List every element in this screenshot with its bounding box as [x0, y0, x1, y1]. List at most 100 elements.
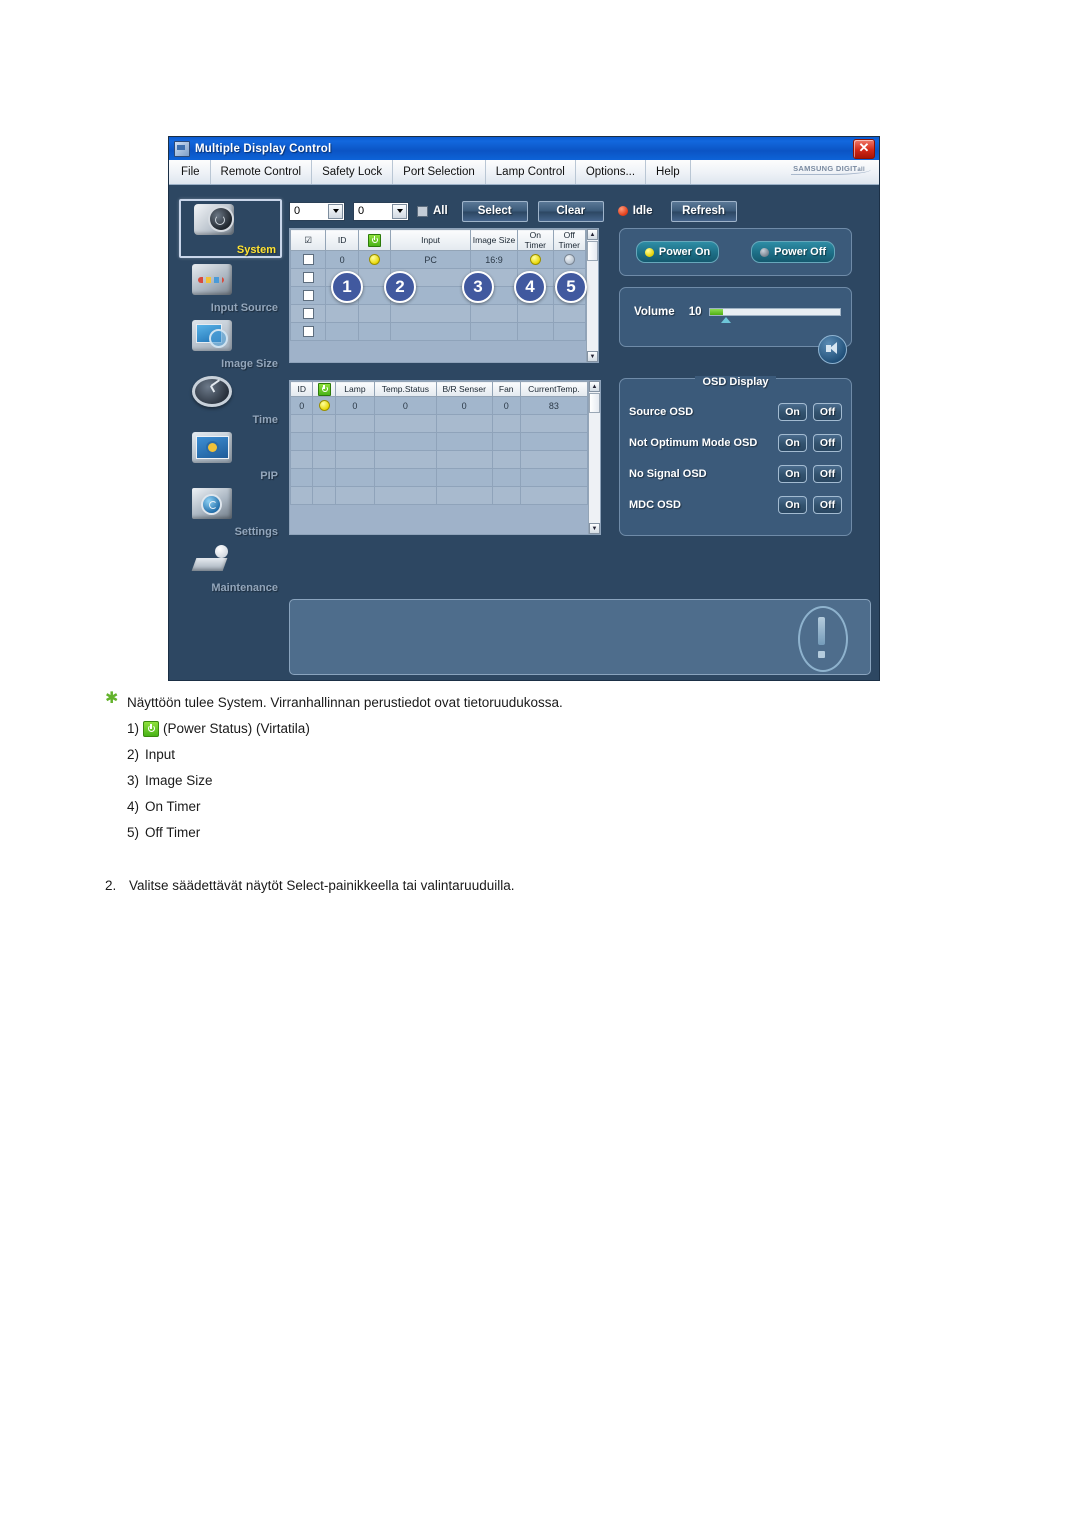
no-signal-osd-on-button[interactable]: On — [778, 464, 807, 483]
volume-slider-fill — [710, 309, 724, 315]
scroll-up-icon[interactable]: ▲ — [587, 229, 598, 240]
osd-row-not-optimum: Not Optimum Mode OSD On Off — [629, 432, 842, 453]
menu-remote-control[interactable]: Remote Control — [211, 160, 313, 184]
app-icon — [174, 140, 190, 157]
scrollbar-thumb[interactable] — [589, 393, 600, 413]
menu-file[interactable]: File — [169, 160, 211, 184]
cell-power — [357, 250, 392, 269]
list-item: 2) Input — [127, 742, 1080, 768]
table-header-row: ID Lamp Temp.Status B/R Senser Fan Curre… — [289, 381, 589, 397]
menu-help[interactable]: Help — [646, 160, 691, 184]
id-to-value: 0 — [358, 205, 365, 217]
pip-icon — [192, 432, 232, 463]
lamp-table[interactable]: ID Lamp Temp.Status B/R Senser Fan Curre… — [289, 380, 601, 535]
id-from-value: 0 — [294, 205, 301, 217]
table-row[interactable] — [289, 486, 589, 505]
all-checkbox[interactable] — [417, 205, 428, 217]
no-signal-osd-off-button[interactable]: Off — [813, 464, 842, 483]
document-text: ✱ Näyttöön tulee System. Virranhallinnan… — [0, 690, 1080, 894]
power-status-icon — [143, 721, 160, 737]
callout-badge-2: 2 — [384, 271, 416, 303]
cell-on-timer — [517, 250, 554, 269]
menu-options[interactable]: Options... — [576, 160, 647, 184]
table-row[interactable]: 0 0 0 0 0 83 — [289, 396, 589, 415]
power-off-button[interactable]: Power Off — [751, 241, 836, 263]
table-row[interactable] — [289, 450, 589, 469]
header-lamp: Lamp — [334, 381, 376, 397]
id-from-dropdown[interactable]: 0 — [289, 201, 345, 221]
table-row[interactable] — [289, 414, 589, 433]
mdc-osd-off-button[interactable]: Off — [813, 495, 842, 514]
osd-label-no-signal-osd: No Signal OSD — [629, 467, 707, 480]
power-on-button[interactable]: Power On — [635, 241, 720, 263]
volume-slider[interactable] — [709, 308, 841, 323]
row-checkbox[interactable] — [289, 250, 327, 269]
step-two-text: Valitse säädettävät näytöt Select-painik… — [129, 878, 515, 893]
list-number: 4) — [127, 799, 140, 814]
osd-label-not-optimum-mode-osd: Not Optimum Mode OSD — [629, 436, 758, 449]
scroll-down-icon[interactable]: ▼ — [587, 351, 598, 362]
source-osd-on-button[interactable]: On — [778, 402, 807, 421]
osd-row-source: Source OSD On Off — [629, 401, 842, 422]
sidebar-item-input-source[interactable]: Input Source — [179, 261, 282, 314]
power-status-icon — [317, 382, 331, 396]
chevron-down-icon[interactable] — [328, 203, 343, 219]
refresh-button[interactable]: Refresh — [670, 200, 737, 222]
table-row[interactable] — [289, 432, 589, 451]
not-optimum-osd-off-button[interactable]: Off — [813, 433, 842, 452]
power-off-label: Power Off — [774, 246, 827, 258]
speaker-icon[interactable] — [818, 335, 847, 364]
header-fan: Fan — [491, 381, 521, 397]
sidebar-item-settings[interactable]: Settings — [179, 485, 282, 538]
sidebar-item-image-size[interactable]: Image Size — [179, 317, 282, 370]
scroll-up-icon[interactable]: ▲ — [589, 381, 600, 392]
clear-button[interactable]: Clear — [537, 200, 604, 222]
volume-slider-handle[interactable] — [720, 317, 731, 323]
lamp-table-scrollbar[interactable]: ▲ ▼ — [588, 381, 600, 534]
cell-input: PC — [390, 250, 471, 269]
menu-safety-lock[interactable]: Safety Lock — [312, 160, 394, 184]
sidebar-item-time[interactable]: Time — [179, 373, 282, 426]
menu-lamp-control[interactable]: Lamp Control — [486, 160, 576, 184]
sidebar-item-system[interactable]: System — [179, 199, 282, 258]
cell-lamp: 0 — [334, 396, 376, 415]
header-select-all[interactable]: ☑ — [289, 229, 327, 251]
exclamation-logo-icon — [798, 606, 848, 672]
menubar: File Remote Control Safety Lock Port Sel… — [169, 160, 879, 185]
source-osd-off-button[interactable]: Off — [813, 402, 842, 421]
not-optimum-osd-on-button[interactable]: On — [778, 433, 807, 452]
status-dot-icon — [617, 206, 628, 216]
menu-port-selection[interactable]: Port Selection — [393, 160, 486, 184]
maintenance-icon — [192, 544, 232, 575]
sidebar-item-pip[interactable]: PIP — [179, 429, 282, 482]
sidebar: System Input Source Image Size Time PIP … — [179, 199, 282, 599]
row-checkbox[interactable] — [289, 322, 327, 341]
on-timer-dot-icon — [529, 254, 541, 266]
cell-off-timer — [552, 250, 586, 269]
scrollbar-thumb[interactable] — [587, 241, 598, 261]
table-row[interactable]: 0 PC 16:9 — [289, 250, 586, 269]
display-table-scrollbar[interactable]: ▲ ▼ — [586, 229, 598, 362]
status-label: Idle — [632, 205, 653, 217]
list-number: 2) — [127, 747, 140, 762]
volume-row: Volume 10 — [634, 306, 841, 323]
select-button[interactable]: Select — [461, 200, 528, 222]
step-two-number: 2. — [105, 878, 117, 893]
sidebar-item-maintenance[interactable]: Maintenance — [179, 541, 282, 594]
mdc-osd-on-button[interactable]: On — [778, 495, 807, 514]
row-checkbox[interactable] — [289, 304, 327, 323]
cell-current-temp: 83 — [519, 396, 589, 415]
sidebar-label-pip: PIP — [260, 470, 278, 482]
row-checkbox[interactable] — [289, 268, 327, 287]
close-icon[interactable]: ✕ — [853, 139, 875, 159]
table-row[interactable] — [289, 304, 586, 323]
table-row[interactable] — [289, 322, 586, 341]
list-item: 1) (Power Status) (Virtatila) — [127, 716, 1080, 742]
table-row[interactable] — [289, 468, 589, 487]
id-to-dropdown[interactable]: 0 — [353, 201, 409, 221]
chevron-down-icon[interactable] — [392, 203, 407, 219]
callout-badge-3: 3 — [462, 271, 494, 303]
row-checkbox[interactable] — [289, 286, 327, 305]
mdc-application-window: Multiple Display Control ✕ File Remote C… — [168, 136, 880, 681]
scroll-down-icon[interactable]: ▼ — [589, 523, 600, 534]
